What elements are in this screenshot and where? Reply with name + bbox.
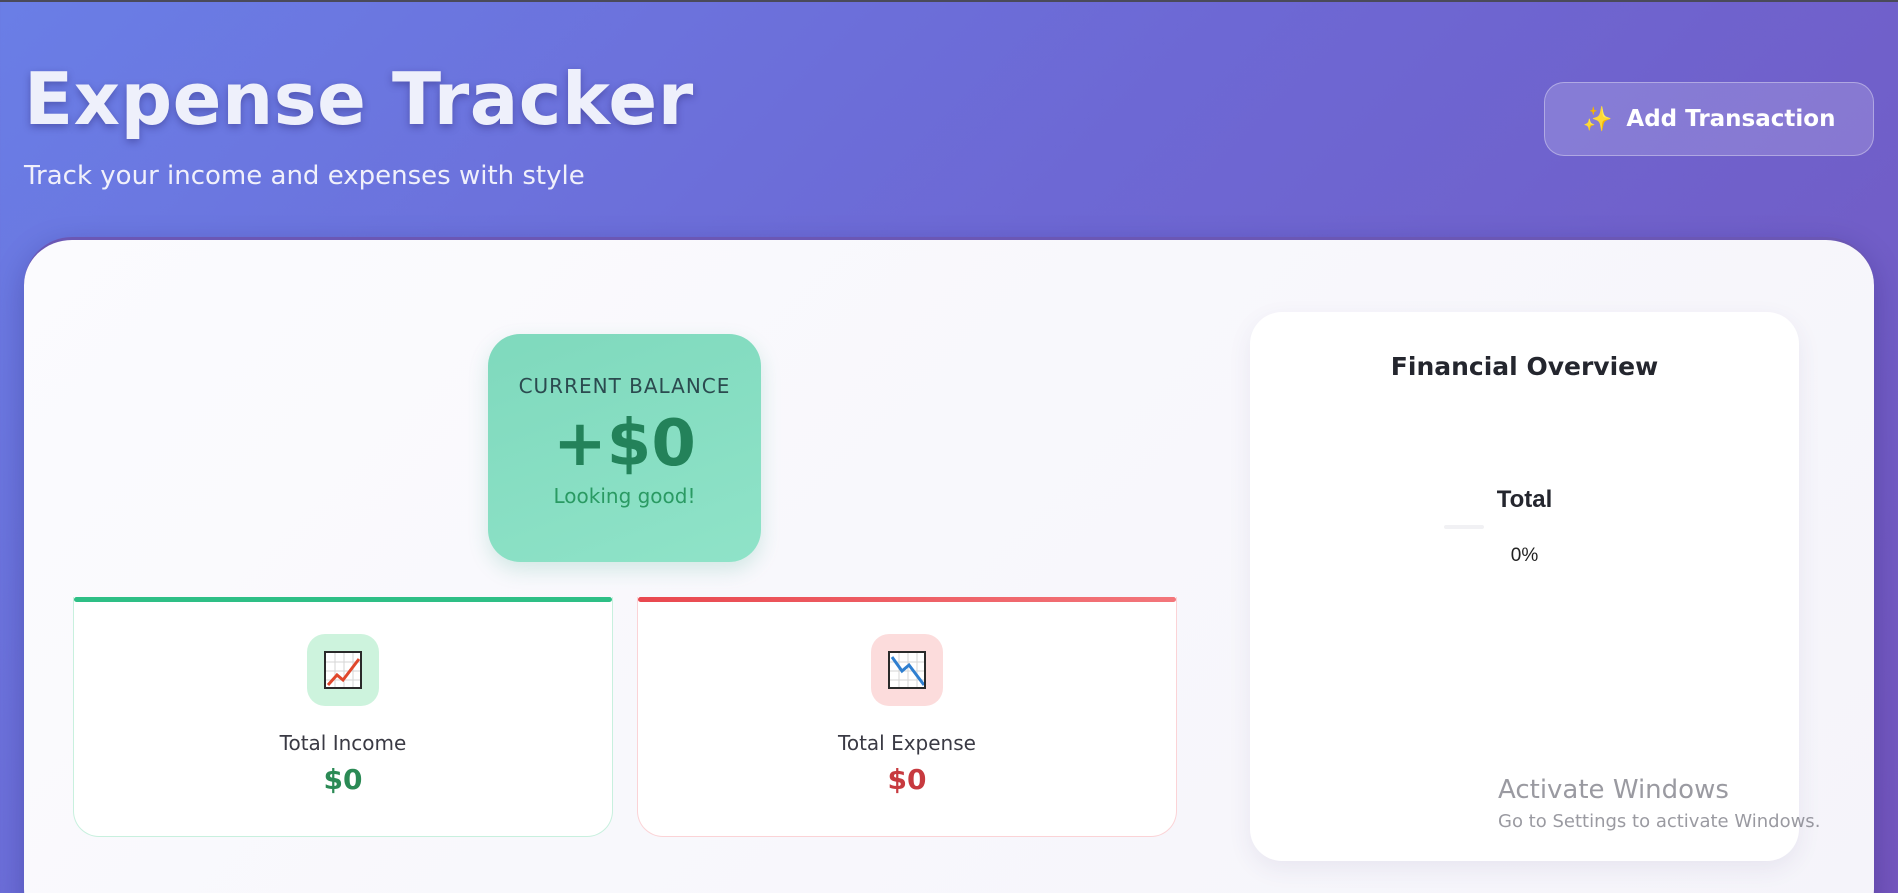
donut-chart xyxy=(1444,525,1484,529)
page-subtitle: Track your income and expenses with styl… xyxy=(24,161,585,191)
chart-decreasing-icon xyxy=(888,651,926,689)
expense-value: $0 xyxy=(887,763,927,796)
income-value: $0 xyxy=(323,763,363,796)
page-title: Expense Tracker xyxy=(24,57,694,141)
balance-value: +$0 xyxy=(553,407,696,481)
add-transaction-button[interactable]: ✨ Add Transaction xyxy=(1544,82,1874,156)
windows-activation-watermark: Activate Windows Go to Settings to activ… xyxy=(1498,775,1820,832)
income-card: Total Income $0 xyxy=(73,597,613,837)
sparkles-icon: ✨ xyxy=(1582,105,1613,133)
page-header: Expense Tracker Track your income and ex… xyxy=(24,55,694,191)
expense-card: Total Expense $0 xyxy=(637,597,1177,837)
overview-total-label: Total xyxy=(1496,486,1553,513)
watermark-subtitle: Go to Settings to activate Windows. xyxy=(1498,811,1821,832)
overview-title: Financial Overview xyxy=(1390,352,1659,381)
window-top-edge xyxy=(0,0,1898,2)
expense-label: Total Expense xyxy=(838,731,976,755)
add-transaction-label: Add Transaction xyxy=(1626,106,1836,132)
expense-icon-badge xyxy=(871,634,943,706)
income-icon-badge xyxy=(307,634,379,706)
balance-card: CURRENT BALANCE +$0 Looking good! xyxy=(488,334,761,562)
expense-accent-bar xyxy=(638,597,1176,602)
income-accent-bar xyxy=(74,597,612,602)
balance-note: Looking good! xyxy=(553,484,696,508)
overview-total-percent: 0% xyxy=(1510,545,1539,566)
income-label: Total Income xyxy=(279,731,407,755)
watermark-title: Activate Windows xyxy=(1498,775,1729,805)
chart-increasing-icon xyxy=(324,651,362,689)
balance-label: CURRENT BALANCE xyxy=(518,374,731,398)
